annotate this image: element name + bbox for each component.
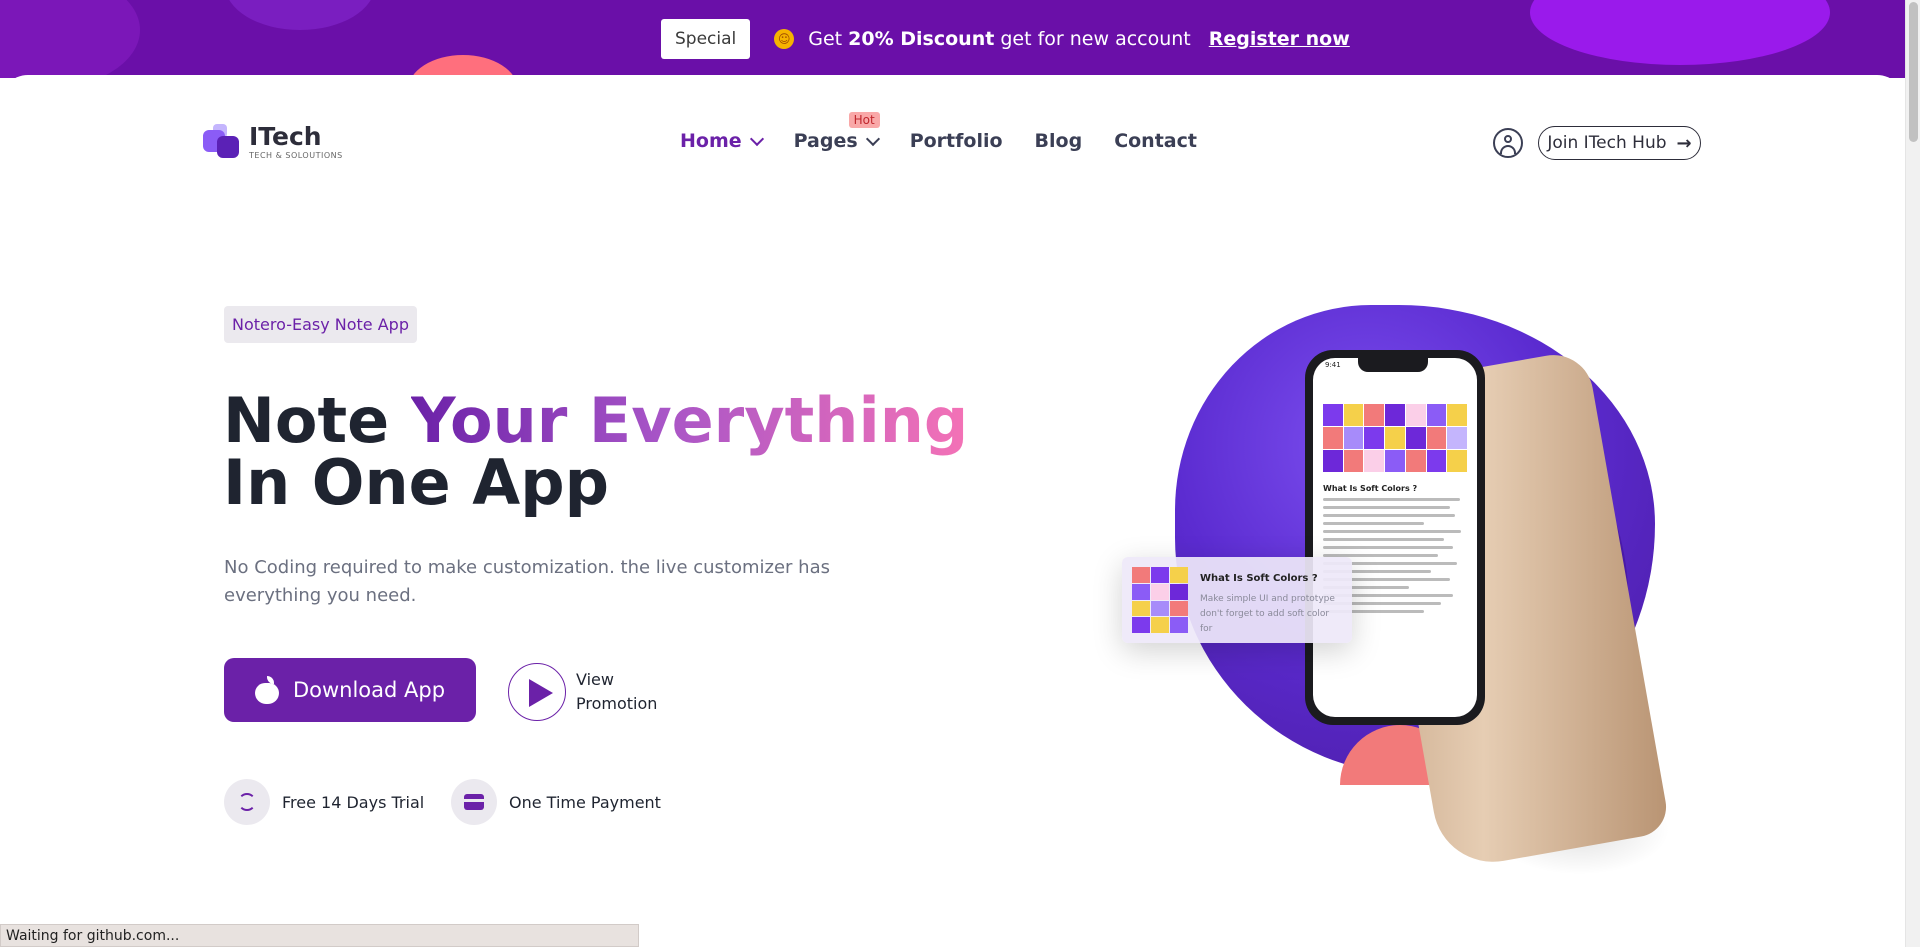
- promo-decor: [0, 0, 140, 78]
- hot-badge: Hot: [848, 112, 880, 128]
- floating-note-card: What Is Soft Colors ? Make simple UI and…: [1122, 557, 1352, 643]
- promo-text: Get 20% Discount get for new account: [808, 28, 1191, 50]
- view-promotion-button[interactable]: View Promotion: [508, 663, 666, 721]
- note-thumbnail: [1132, 567, 1188, 633]
- phone-screen: 9:41 What Is Soft Colors ?: [1313, 358, 1477, 717]
- feature-one-time-payment: One Time Payment: [451, 779, 661, 825]
- browser-status-bar: Waiting for github.com...: [0, 924, 639, 947]
- register-link[interactable]: Register now: [1209, 28, 1350, 50]
- logo-name: ITech: [249, 122, 322, 151]
- nav-contact[interactable]: Contact: [1114, 130, 1197, 152]
- scrollbar-thumb[interactable]: [1909, 2, 1918, 142]
- phone-time: 9:41: [1325, 361, 1341, 369]
- logo-tagline: TECH & SOLOUTIONS: [249, 151, 343, 160]
- refresh-icon: [224, 779, 270, 825]
- nav-home[interactable]: Home: [680, 130, 764, 152]
- feature-label: One Time Payment: [509, 792, 661, 812]
- view-promotion-label: View Promotion: [576, 670, 658, 713]
- promo-content: Special ☺ Get 20% Discount get for new a…: [661, 19, 1350, 59]
- download-app-label: Download App: [292, 678, 446, 702]
- app-tag: Notero-Easy Note App: [224, 306, 417, 343]
- logo[interactable]: ITech TECH & SOLOUTIONS: [203, 124, 343, 160]
- nav-pages-label: Pages: [793, 130, 858, 152]
- phone-mockup: 9:41 What Is Soft Colors ?: [1305, 350, 1485, 725]
- nav-pages[interactable]: Pages Hot: [793, 112, 880, 152]
- feature-free-trial: Free 14 Days Trial: [224, 779, 424, 825]
- credit-card-icon: [451, 779, 497, 825]
- promo-banner: Special ☺ Get 20% Discount get for new a…: [0, 0, 1905, 78]
- chevron-down-icon: [749, 131, 764, 146]
- join-hub-label: Join ITech Hub: [1547, 133, 1667, 153]
- feature-label: Free 14 Days Trial: [282, 792, 425, 812]
- nav-blog[interactable]: Blog: [1035, 130, 1083, 152]
- hero-description: No Coding required to make customization…: [224, 557, 830, 606]
- user-icon[interactable]: [1493, 128, 1523, 158]
- chevron-down-icon: [865, 131, 880, 146]
- promo-decor: [225, 0, 375, 30]
- join-hub-button[interactable]: Join ITech Hub →: [1538, 126, 1701, 160]
- special-button[interactable]: Special: [661, 19, 751, 59]
- logo-mark-icon: [203, 124, 241, 160]
- pattern-banner: [1323, 404, 1467, 472]
- page-scrollbar[interactable]: [1905, 0, 1920, 947]
- smile-emoji-icon: ☺: [774, 29, 795, 49]
- hero-title: Note Your Everything In One App: [223, 384, 969, 519]
- nav-portfolio[interactable]: Portfolio: [910, 130, 1003, 152]
- apple-icon: [254, 676, 279, 704]
- arrow-right-icon: →: [1676, 132, 1692, 154]
- hero-illustration: 9:41 What Is Soft Colors ? What Is Soft …: [1110, 295, 1678, 875]
- note-card-description: Make simple UI and prototype don't forge…: [1200, 594, 1335, 634]
- download-app-button[interactable]: Download App: [224, 658, 476, 722]
- nav-home-label: Home: [680, 130, 742, 152]
- phone-article-title: What Is Soft Colors ?: [1323, 484, 1418, 493]
- note-card-title: What Is Soft Colors ?: [1200, 573, 1318, 584]
- main-nav: Home Pages Hot Portfolio Blog Contact: [680, 112, 1197, 152]
- play-icon: [508, 663, 566, 721]
- promo-decor: [1530, 0, 1830, 65]
